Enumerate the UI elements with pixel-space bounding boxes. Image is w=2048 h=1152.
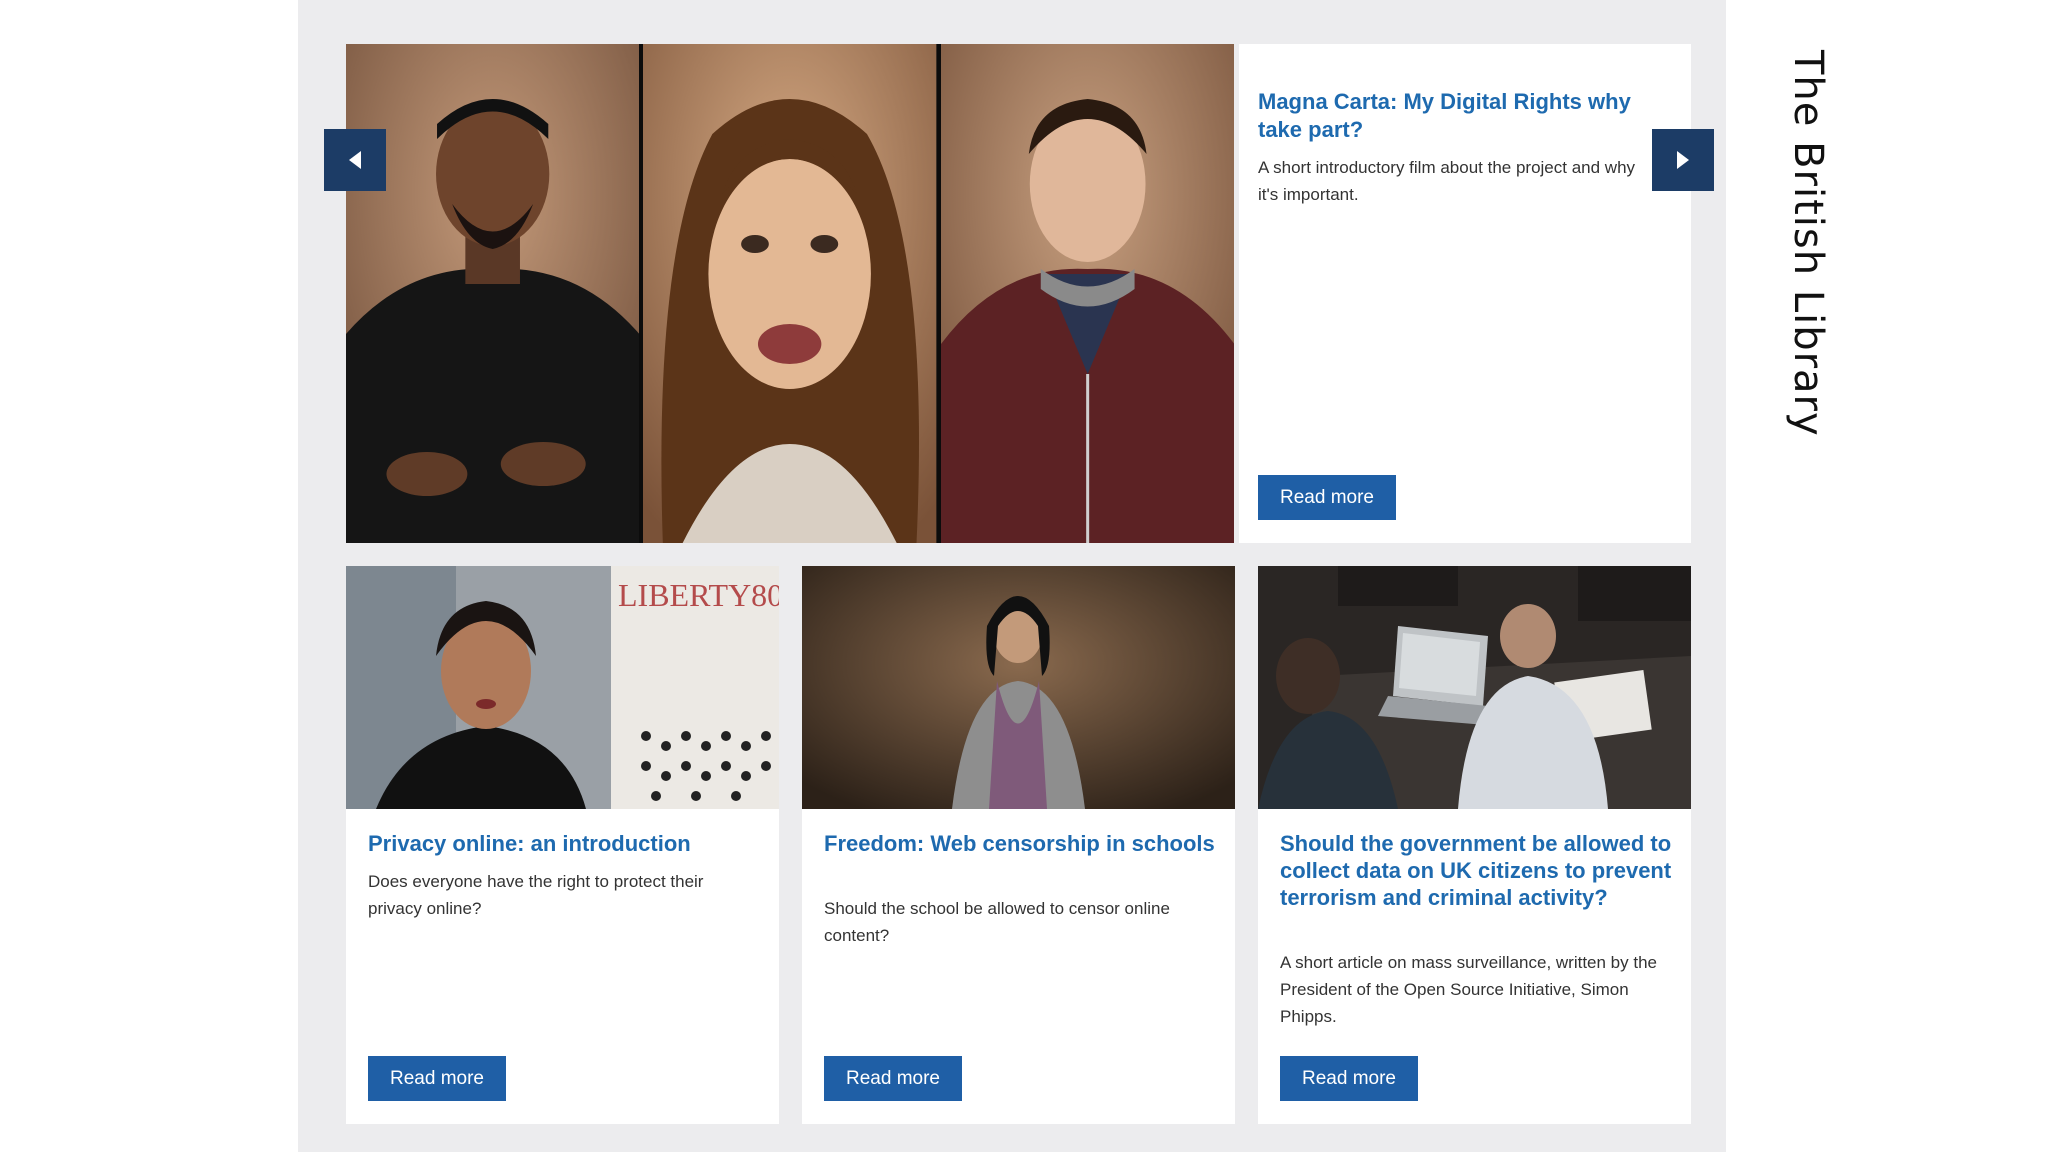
british-library-label: The British Library (1785, 50, 1831, 437)
featured-article-description: A short introductory film about the proj… (1258, 158, 1636, 204)
chevron-right-icon (1677, 151, 1689, 169)
hero-video-thumbnail[interactable] (346, 44, 1234, 543)
read-more-button-surveillance[interactable]: Read more (1280, 1056, 1418, 1101)
video-frame-teen-boy (940, 44, 1234, 543)
video-frame-young-woman (643, 44, 941, 543)
article-card-privacy: LIBERTY80 Privacy online: an introductio… (346, 566, 779, 1124)
carousel-next-button[interactable] (1652, 129, 1714, 191)
article-card-surveillance: Should the government be allowed to coll… (1258, 566, 1691, 1124)
article-title-censorship[interactable]: Freedom: Web censorship in schools (824, 830, 1216, 857)
chevron-left-icon (349, 151, 361, 169)
article-image-privacy[interactable]: LIBERTY80 (346, 566, 779, 809)
featured-article-title[interactable]: Magna Carta: My Digital Rights why take … (1258, 88, 1658, 144)
article-description-censorship: Should the school be allowed to censor o… (824, 899, 1170, 945)
article-card-censorship: Freedom: Web censorship in schools Shoul… (802, 566, 1235, 1124)
article-image-surveillance[interactable] (1258, 566, 1691, 809)
carousel-prev-button[interactable] (324, 129, 386, 191)
read-more-button-privacy[interactable]: Read more (368, 1056, 506, 1101)
article-title-privacy[interactable]: Privacy online: an introduction (368, 830, 760, 857)
article-description-privacy: Does everyone have the right to protect … (368, 872, 704, 918)
liberty80-logo-text: LIBERTY80 (618, 577, 779, 613)
article-title-surveillance[interactable]: Should the government be allowed to coll… (1280, 830, 1672, 911)
article-image-censorship[interactable] (802, 566, 1235, 809)
read-more-button-censorship[interactable]: Read more (824, 1056, 962, 1101)
video-frame-young-man (346, 44, 644, 543)
article-description-surveillance: A short article on mass surveillance, wr… (1280, 953, 1657, 1026)
featured-read-more-button[interactable]: Read more (1258, 475, 1396, 520)
featured-article-card: Magna Carta: My Digital Rights why take … (1239, 44, 1691, 543)
